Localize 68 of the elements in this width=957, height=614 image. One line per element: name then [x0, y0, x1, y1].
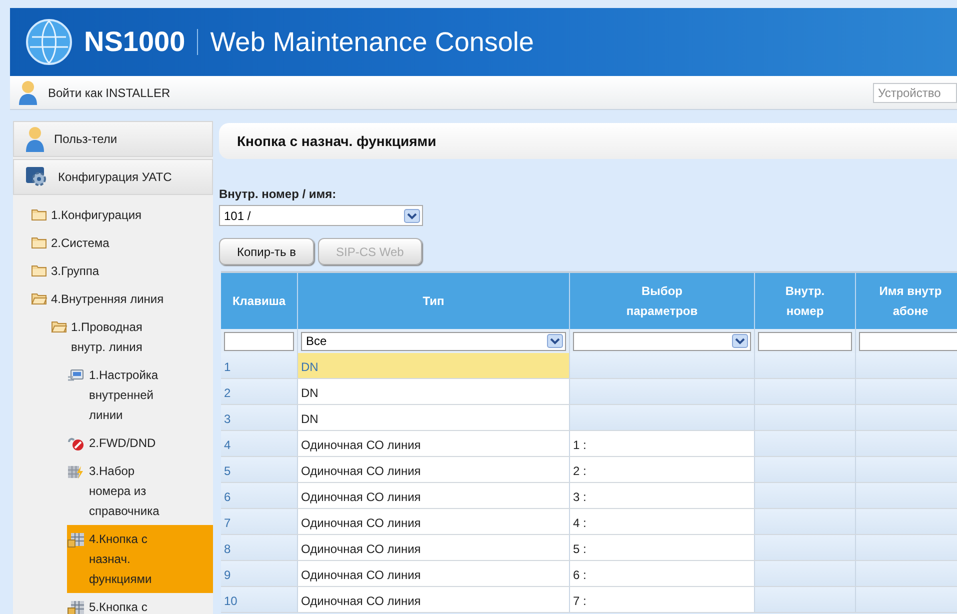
tree-item[interactable]: 1.Проводная внутр. линия	[13, 313, 213, 361]
param-cell[interactable]: 6 :	[570, 561, 755, 586]
key-cell: 7	[221, 509, 298, 534]
monitor-icon	[67, 368, 85, 384]
type-cell[interactable]: DN	[298, 379, 570, 404]
globe-logo-icon	[26, 19, 72, 65]
keypad-lightning-icon	[67, 464, 85, 480]
open-folder-icon	[31, 292, 47, 305]
param-cell[interactable]: 2 :	[570, 457, 755, 482]
filter-select[interactable]: Все	[301, 332, 566, 350]
type-cell[interactable]: Одиночная СО линия	[298, 561, 570, 586]
folder-icon	[31, 264, 47, 277]
tree-item[interactable]: 2.FWD/DND	[13, 429, 213, 457]
person-icon	[24, 125, 46, 153]
key-cell: 3	[221, 405, 298, 430]
type-cell[interactable]: DN	[298, 353, 570, 378]
keypad-icon	[67, 532, 85, 548]
param-cell[interactable]: 1 :	[570, 431, 755, 456]
key-cell: 4	[221, 431, 298, 456]
folder-icon	[31, 208, 47, 221]
filter-select[interactable]	[573, 332, 751, 350]
login-text: Войти как INSTALLER	[48, 84, 170, 102]
tree-item[interactable]: 5.Кнопка с	[13, 593, 213, 614]
tree-item[interactable]: 2.Система	[13, 229, 213, 257]
open-folder-icon	[51, 320, 67, 333]
action-button[interactable]: Копир-ть в	[219, 238, 314, 265]
param-cell[interactable]: 7 :	[570, 587, 755, 612]
filter-input[interactable]	[224, 332, 294, 350]
type-cell[interactable]: Одиночная СО линия	[298, 535, 570, 560]
type-cell[interactable]: Одиночная СО линия	[298, 587, 570, 612]
param-cell[interactable]: 5 :	[570, 535, 755, 560]
person-icon	[18, 80, 38, 106]
device-field[interactable]: Устройство	[873, 82, 957, 102]
param-cell[interactable]	[570, 353, 755, 378]
tree-item[interactable]: 3.Набор номера из справочника	[13, 457, 213, 525]
extension-label: Внутр. номер / имя:	[219, 186, 338, 203]
key-cell: 5	[221, 457, 298, 482]
sidebar-panel-button[interactable]: Польз-тели	[13, 121, 213, 157]
key-cell: 9	[221, 561, 298, 586]
tree-item[interactable]: 4.Внутренняя линия	[13, 285, 213, 313]
tree-item[interactable]: 4.Кнопка с назнач. функциями	[67, 525, 213, 593]
key-cell: 8	[221, 535, 298, 560]
keypad-icon	[67, 600, 85, 614]
type-cell[interactable]: DN	[298, 405, 570, 430]
key-cell: 10	[221, 587, 298, 612]
prohibited-icon	[67, 436, 85, 452]
app-title: Web Maintenance Console	[210, 26, 534, 59]
filter-input[interactable]	[859, 332, 957, 350]
sidebar-panel-button[interactable]: Конфигурация УАТС	[13, 159, 213, 195]
param-cell[interactable]	[570, 405, 755, 430]
tree-item[interactable]: 1.Настройка внутренней линии	[13, 361, 213, 429]
param-cell[interactable]	[570, 379, 755, 404]
key-cell: 6	[221, 483, 298, 508]
key-cell: 1	[221, 353, 298, 378]
type-cell[interactable]: Одиночная СО линия	[298, 483, 570, 508]
product-name: NS1000	[84, 25, 186, 59]
tree-item[interactable]: 1.Конфигурация	[13, 201, 213, 229]
folder-icon	[31, 236, 47, 249]
filter-input[interactable]	[758, 332, 852, 350]
key-cell: 2	[221, 379, 298, 404]
type-cell[interactable]: Одиночная СО линия	[298, 509, 570, 534]
tree-item[interactable]: 3.Группа	[13, 257, 213, 285]
param-cell[interactable]: 4 :	[570, 509, 755, 534]
page-title: Кнопка с назнач. функциями	[237, 132, 436, 151]
type-cell[interactable]: Одиночная СО линия	[298, 431, 570, 456]
extension-select[interactable]: 101 /	[219, 205, 423, 226]
param-cell[interactable]: 3 :	[570, 483, 755, 508]
type-cell[interactable]: Одиночная СО линия	[298, 457, 570, 482]
